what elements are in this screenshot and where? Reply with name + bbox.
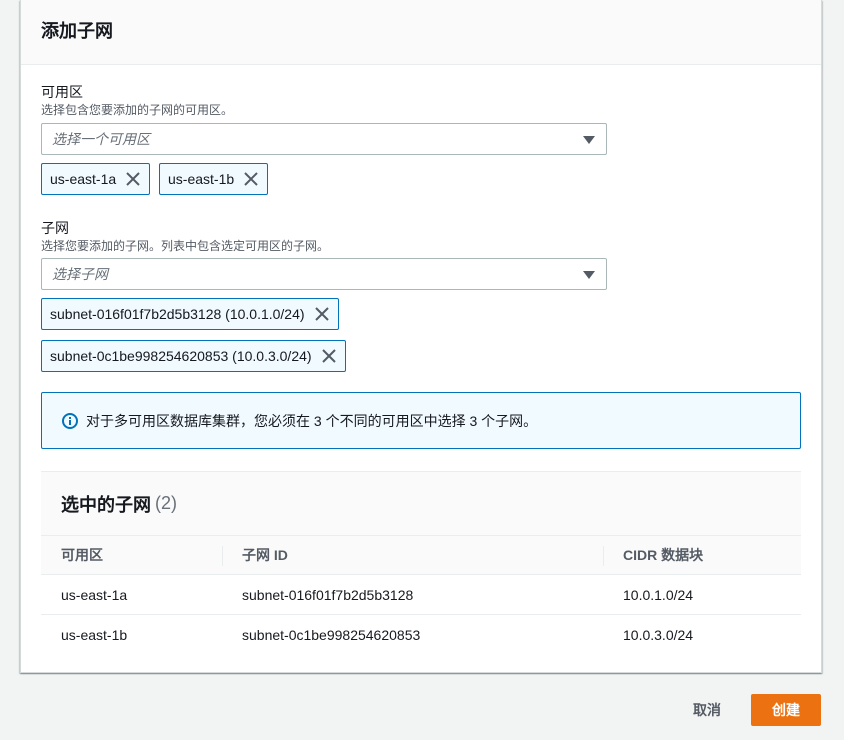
table-count: (2) [155,493,177,513]
selected-subnets-table: 选中的子网 (2) 可用区 子网 ID CIDR 数据块 us-east-1a … [41,471,801,654]
panel-title: 添加子网 [41,21,113,41]
token-label: us-east-1a [50,171,117,187]
caret-down-icon [583,136,595,144]
column-divider [222,546,223,566]
column-header-subnet-id: 子网 ID [242,547,288,563]
token-label: us-east-1b [168,171,235,187]
add-subnet-panel: 添加子网 可用区 选择包含您要添加的子网的可用区。 选择一个可用区 us-eas… [20,0,822,673]
table-row: us-east-1a subnet-016f01f7b2d5b3128 10.0… [41,575,801,615]
az-description: 选择包含您要添加的子网的可用区。 [41,103,234,117]
column-header-az: 可用区 [61,547,103,563]
cell-subnet-id: subnet-016f01f7b2d5b3128 [242,586,414,603]
alert-text: 对于多可用区数据库集群，您必须在 3 个不同的可用区中选择 3 个子网。 [86,412,538,429]
cell-subnet-id: subnet-0c1be998254620853 [242,627,421,643]
cell-cidr: 10.0.3.0/24 [623,627,694,643]
token-label: subnet-016f01f7b2d5b3128 (10.0.1.0/24) [50,306,305,322]
az-field: 可用区 选择包含您要添加的子网的可用区。 [41,82,233,118]
cell-az: us-east-1a [61,586,128,603]
table-header: 选中的子网 (2) [41,472,801,535]
az-token-2: us-east-1b [159,163,269,195]
cell-az: us-east-1b [61,627,128,643]
az-select[interactable]: 选择一个可用区 [41,123,607,155]
panel-header: 添加子网 [21,0,821,65]
create-button[interactable]: 创建 [751,694,821,726]
subnet-description: 选择您要添加的子网。列表中包含选定可用区的子网。 [41,239,330,253]
table-column-headers: 可用区 子网 ID CIDR 数据块 [41,535,801,575]
table-row: us-east-1b subnet-0c1be998254620853 10.0… [41,615,801,655]
close-icon[interactable] [321,348,337,364]
table-title: 选中的子网 [61,494,151,515]
info-icon [62,412,78,429]
token-label: subnet-0c1be998254620853 (10.0.3.0/24) [50,348,312,364]
az-label: 可用区 [41,84,83,100]
az-select-placeholder: 选择一个可用区 [52,131,150,147]
info-alert: 对于多可用区数据库集群，您必须在 3 个不同的可用区中选择 3 个子网。 [41,392,801,449]
column-divider [603,546,604,566]
subnet-token-2: subnet-0c1be998254620853 (10.0.3.0/24) [41,340,346,372]
subnet-token-1: subnet-016f01f7b2d5b3128 (10.0.1.0/24) [41,298,339,330]
column-header-cidr: CIDR 数据块 [623,547,704,563]
caret-down-icon [583,271,595,279]
subnet-select[interactable]: 选择子网 [41,258,607,290]
close-icon[interactable] [243,171,259,187]
cell-cidr: 10.0.1.0/24 [623,586,694,603]
cancel-button[interactable]: 取消 [676,694,738,726]
subnet-select-placeholder: 选择子网 [52,266,108,282]
close-icon[interactable] [125,171,141,187]
subnet-field: 子网 选择您要添加的子网。列表中包含选定可用区的子网。 [41,218,329,254]
subnet-label: 子网 [41,220,69,236]
close-icon[interactable] [314,306,330,322]
az-token-1: us-east-1a [41,163,151,195]
